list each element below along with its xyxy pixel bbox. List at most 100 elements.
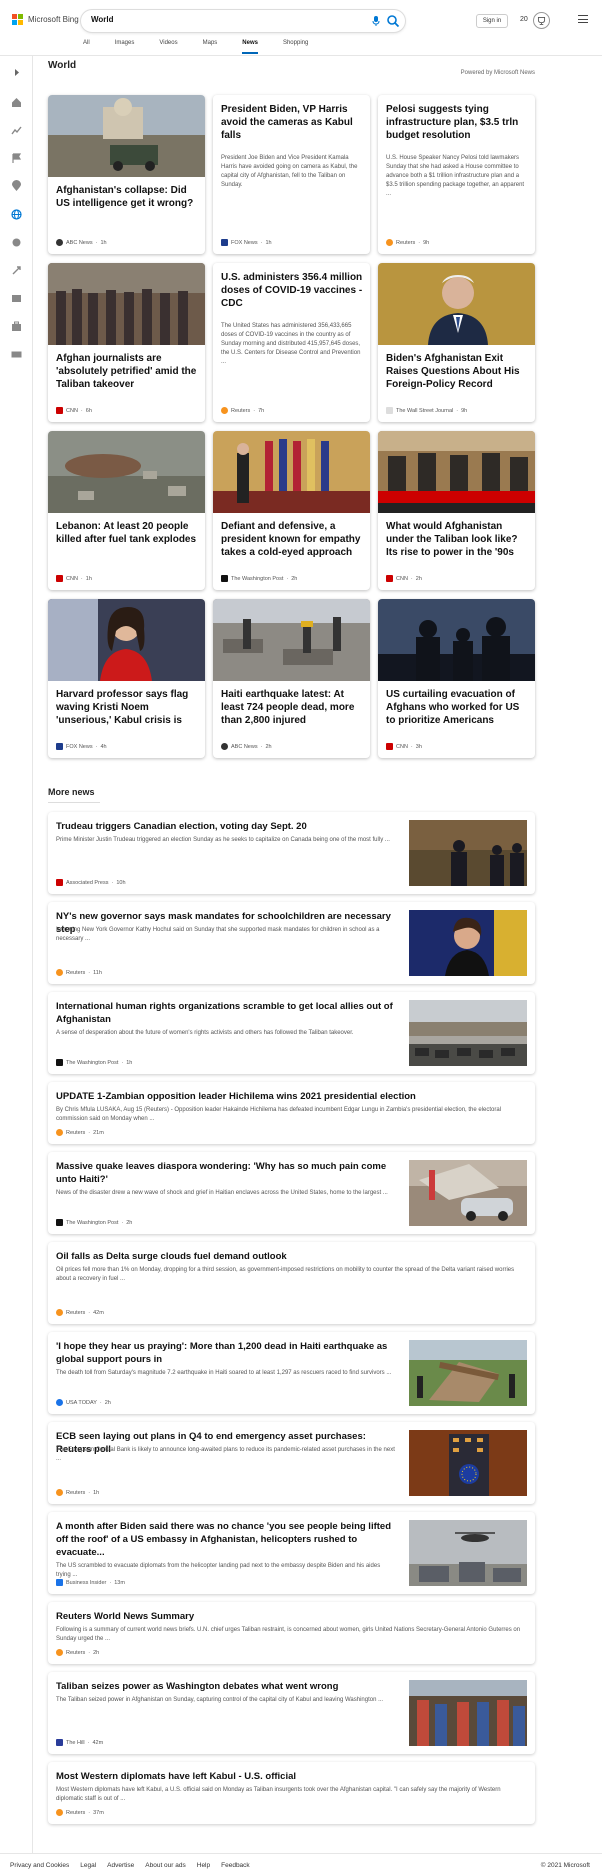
news-card[interactable]: Biden's Afghanistan Exit Raises Question… xyxy=(378,263,535,422)
world-globe-icon[interactable] xyxy=(10,208,23,221)
tab-maps[interactable]: Maps xyxy=(203,40,218,54)
card-title: Harvard professor says flag waving Krist… xyxy=(56,689,189,726)
associated-press-icon xyxy=(56,879,63,886)
item-description: Most Western diplomats have left Kabul, … xyxy=(56,1787,501,1802)
wsj-icon xyxy=(386,407,393,414)
bing-logo[interactable]: Microsoft Bing xyxy=(12,14,79,25)
news-card[interactable]: Pelosi suggests tying infrastructure pla… xyxy=(378,95,535,254)
footer-link-legal[interactable]: Legal xyxy=(80,1862,96,1869)
the-hill-icon xyxy=(56,1739,63,1746)
powered-by-text[interactable]: Powered by Microsoft News xyxy=(461,70,535,76)
tab-all[interactable]: All xyxy=(83,40,90,54)
footer-link-about-ads[interactable]: About our ads xyxy=(145,1862,185,1869)
item-source: USA TODAY xyxy=(66,1399,97,1406)
card-source: ABC News xyxy=(66,239,93,246)
search-input[interactable] xyxy=(91,15,341,24)
card-source: CNN xyxy=(396,743,408,750)
news-list-item[interactable]: 'I hope they hear us praying': More than… xyxy=(48,1332,535,1414)
cnn-icon xyxy=(56,407,63,414)
reuters-icon xyxy=(56,1129,63,1136)
rewards-points[interactable]: 20 xyxy=(520,16,528,23)
news-card[interactable]: Afghanistan's collapse: Did US intellige… xyxy=(48,95,205,254)
header-bar: Microsoft Bing Sign in 20 All Images Vid… xyxy=(0,0,602,56)
microphone-icon[interactable] xyxy=(370,15,382,27)
brand-name: Microsoft Bing xyxy=(28,15,79,24)
news-list-item[interactable]: International human rights organizations… xyxy=(48,992,535,1074)
usa-today-icon xyxy=(56,1399,63,1406)
news-list-item[interactable]: ECB seen laying out plans in Q4 to end e… xyxy=(48,1422,535,1504)
news-list-item[interactable]: Oil falls as Delta surge clouds fuel dem… xyxy=(48,1242,535,1324)
item-photo xyxy=(409,1520,527,1586)
item-source: Reuters xyxy=(66,969,86,976)
footer-link-feedback[interactable]: Feedback xyxy=(221,1862,250,1869)
footer-link-help[interactable]: Help xyxy=(197,1862,210,1869)
item-time: 42m xyxy=(93,1309,104,1316)
item-time: 1h xyxy=(126,1059,133,1066)
news-card[interactable]: Defiant and defensive, a president known… xyxy=(213,431,370,590)
tab-images[interactable]: Images xyxy=(115,40,135,54)
news-card[interactable]: U.S. administers 356.4 million doses of … xyxy=(213,263,370,422)
card-description: President Joe Biden and Vice President K… xyxy=(221,155,358,188)
microsoft-logo-icon xyxy=(12,14,23,25)
sign-in-button[interactable]: Sign in xyxy=(476,14,508,28)
reuters-icon xyxy=(56,1489,63,1496)
item-photo xyxy=(409,1000,527,1066)
item-description: The Taliban seized power in Afghanistan … xyxy=(56,1697,384,1703)
card-photo xyxy=(378,263,535,345)
tab-news[interactable]: News xyxy=(242,40,258,54)
tab-videos[interactable]: Videos xyxy=(159,40,177,54)
sports-icon[interactable] xyxy=(10,236,23,249)
news-list-item[interactable]: Massive quake leaves diaspora wondering:… xyxy=(48,1152,535,1234)
footer-link-privacy[interactable]: Privacy and Cookies xyxy=(10,1862,69,1869)
news-card[interactable]: US curtailing evacuation of Afghans who … xyxy=(378,599,535,758)
us-flag-icon[interactable] xyxy=(10,152,23,165)
news-card[interactable]: Haiti earthquake latest: At least 724 pe… xyxy=(213,599,370,758)
news-card[interactable]: President Biden, VP Harris avoid the cam… xyxy=(213,95,370,254)
item-title: 'I hope they hear us praying': More than… xyxy=(56,1341,388,1365)
expand-sidebar-icon[interactable] xyxy=(10,66,23,79)
location-icon[interactable] xyxy=(10,180,23,193)
news-list-item[interactable]: Reuters World News Summary Following is … xyxy=(48,1602,535,1664)
news-card[interactable]: Harvard professor says flag waving Krist… xyxy=(48,599,205,758)
news-list-item[interactable]: UPDATE 1-Zambian opposition leader Hichi… xyxy=(48,1082,535,1144)
news-card[interactable]: Afghan journalists are 'absolutely petri… xyxy=(48,263,205,422)
search-tabs: All Images Videos Maps News Shopping xyxy=(83,40,333,54)
item-source: The Washington Post xyxy=(66,1219,119,1226)
news-list-item[interactable]: NY's new governor says mask mandates for… xyxy=(48,902,535,984)
item-description: Oil prices fell more than 1% on Monday, … xyxy=(56,1267,515,1282)
news-list-item[interactable]: Taliban seizes power as Washington debat… xyxy=(48,1672,535,1754)
science-icon[interactable] xyxy=(10,264,23,277)
money-icon[interactable] xyxy=(10,348,23,361)
item-photo xyxy=(409,1430,527,1496)
more-news-divider xyxy=(48,802,100,803)
card-photo xyxy=(213,431,370,513)
business-icon[interactable] xyxy=(10,320,23,333)
item-source: Reuters xyxy=(66,1489,86,1496)
card-photo xyxy=(378,431,535,513)
news-list-item[interactable]: Trudeau triggers Canadian election, voti… xyxy=(48,812,535,894)
home-icon[interactable] xyxy=(10,96,23,109)
news-list-item[interactable]: A month after Biden said there was no ch… xyxy=(48,1512,535,1594)
item-source: The Hill xyxy=(66,1739,85,1746)
news-card[interactable]: What would Afghanistan under the Taliban… xyxy=(378,431,535,590)
footer: Privacy and Cookies Legal Advertise Abou… xyxy=(0,1853,602,1875)
footer-link-advertise[interactable]: Advertise xyxy=(107,1862,134,1869)
card-title: Defiant and defensive, a president known… xyxy=(221,521,361,558)
item-photo xyxy=(409,910,527,976)
card-time: 2h xyxy=(291,575,298,582)
news-card[interactable]: Lebanon: At least 20 people killed after… xyxy=(48,431,205,590)
item-time: 1h xyxy=(93,1489,100,1496)
item-photo xyxy=(409,1340,527,1406)
tab-shopping[interactable]: Shopping xyxy=(283,40,308,54)
trending-icon[interactable] xyxy=(10,124,23,137)
item-time: 11h xyxy=(93,969,102,976)
rewards-trophy-icon[interactable] xyxy=(533,12,550,29)
search-box[interactable] xyxy=(81,10,405,32)
item-title: A month after Biden said there was no ch… xyxy=(56,1521,392,1558)
news-list-item[interactable]: Most Western diplomats have left Kabul -… xyxy=(48,1762,535,1824)
entertainment-icon[interactable] xyxy=(10,292,23,305)
hamburger-menu-icon[interactable] xyxy=(578,15,588,25)
search-icon[interactable] xyxy=(386,14,400,28)
item-photo xyxy=(409,1680,527,1746)
reuters-icon xyxy=(221,407,228,414)
